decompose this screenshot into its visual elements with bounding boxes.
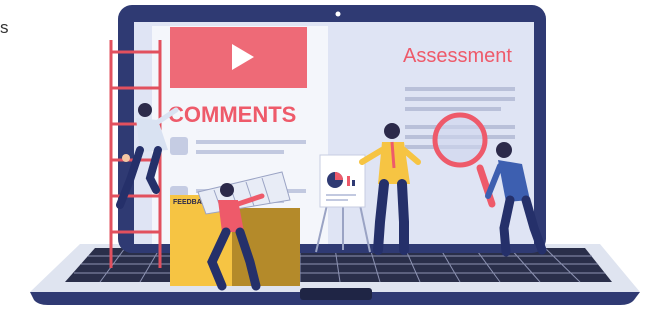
assessment-heading: Assessment <box>403 45 512 67</box>
pie-chart-icon <box>327 172 343 188</box>
illustration-stage: s COMMENTS Assessment FEEDBACK <box>0 0 669 319</box>
cropped-heading-text: s <box>0 18 9 37</box>
comments-heading: COMMENTS <box>168 102 296 127</box>
online-assessment-illustration: COMMENTS Assessment FEEDBACK <box>30 5 640 305</box>
laptop-base <box>30 244 640 305</box>
trackpad <box>300 288 372 300</box>
avatar <box>170 137 188 155</box>
keyboard <box>65 247 612 283</box>
webcam-dot <box>335 11 341 17</box>
